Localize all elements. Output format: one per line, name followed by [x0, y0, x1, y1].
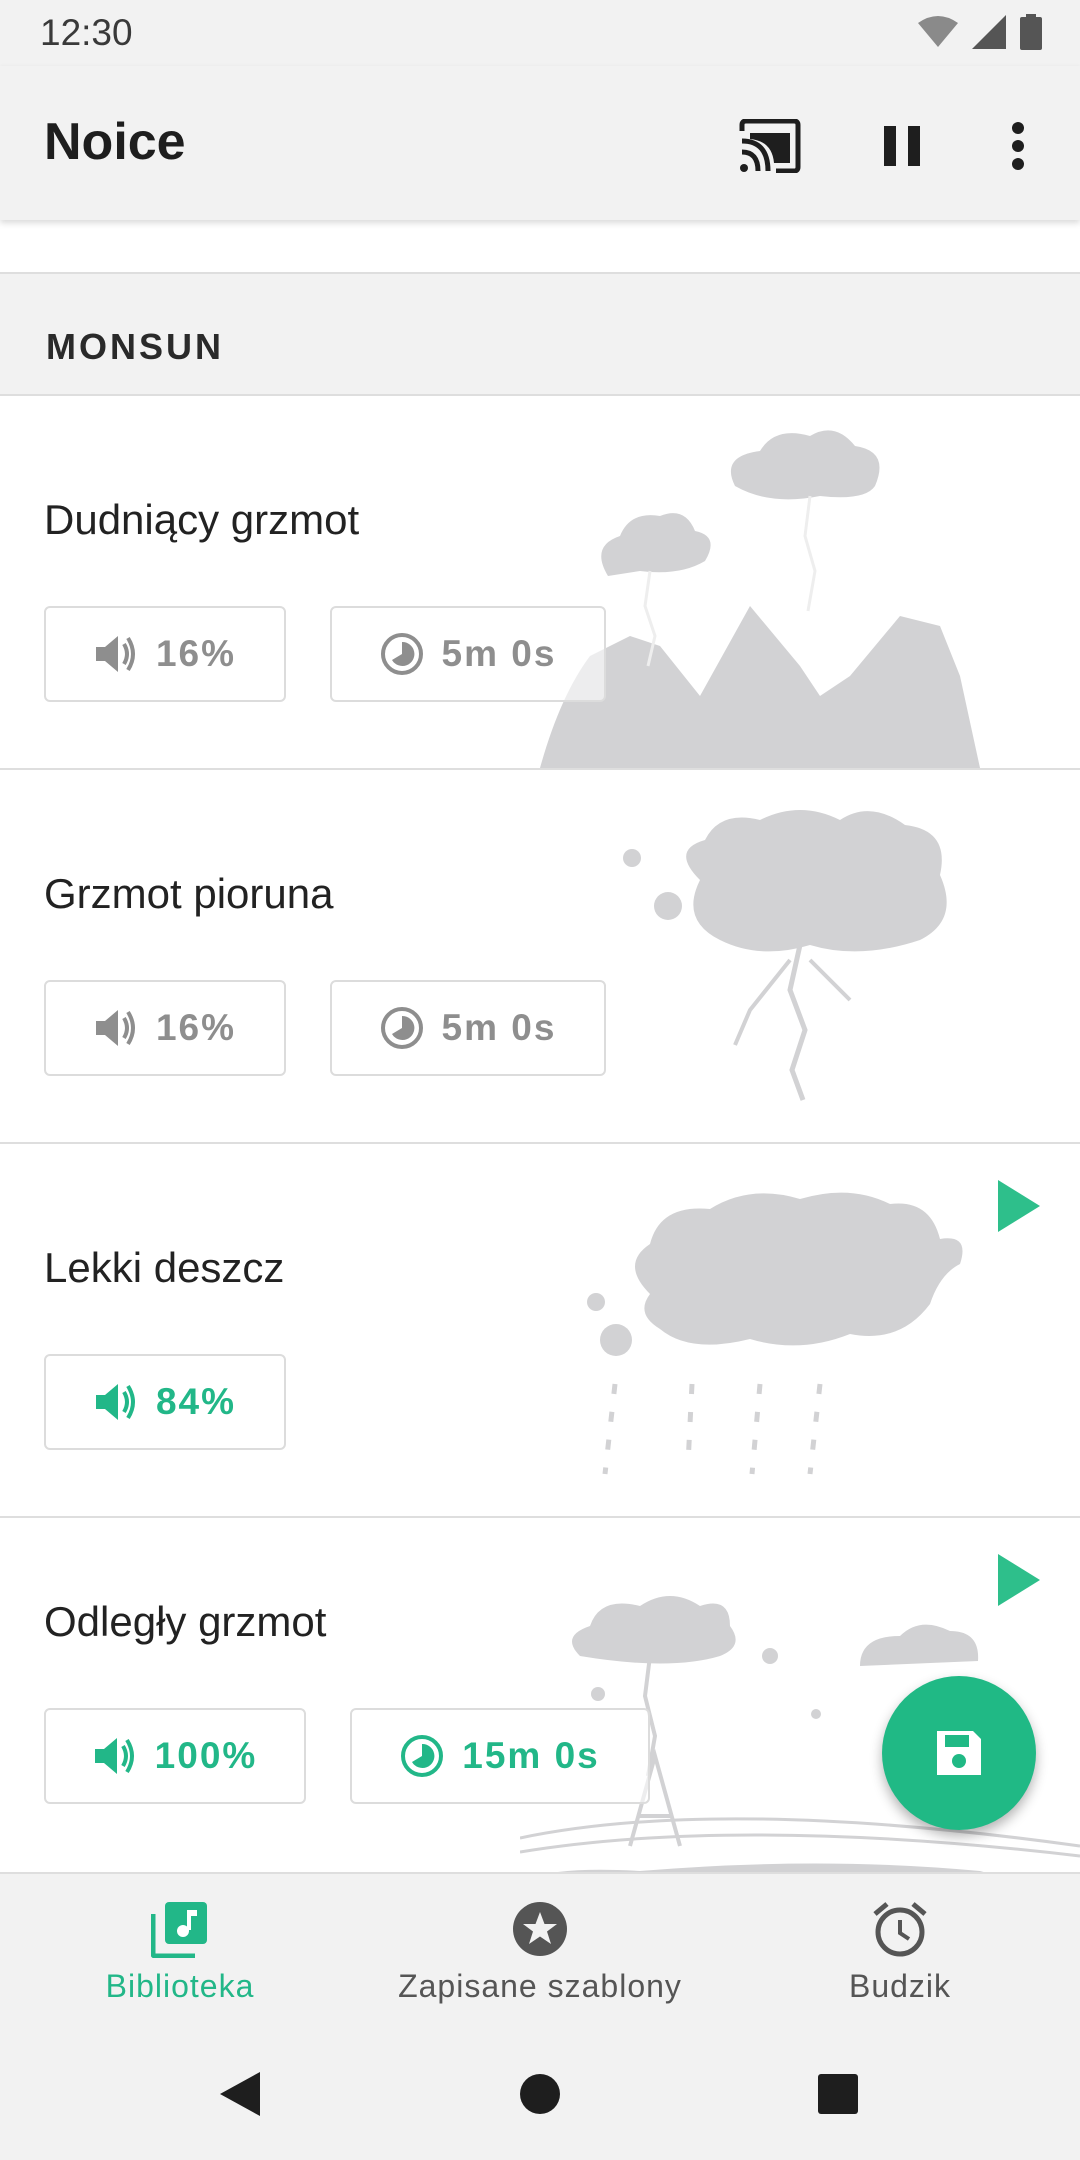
pause-button[interactable] — [862, 106, 942, 186]
sound-card-rumbling-thunder[interactable]: Dudniący grzmot 16% 5m 0s — [0, 396, 1080, 770]
pause-icon — [884, 126, 920, 166]
timer-chip[interactable]: 15m 0s — [350, 1708, 650, 1804]
volume-value: 84% — [155, 1381, 237, 1422]
signal-icon — [972, 15, 1006, 49]
timer-value: 5m 0s — [441, 633, 557, 674]
back-button[interactable] — [210, 2064, 270, 2124]
sound-title: Odległy grzmot — [44, 1598, 327, 1645]
volume-icon — [94, 1738, 134, 1774]
nav-label: Biblioteka — [105, 1967, 255, 2004]
timer-icon — [380, 1007, 423, 1049]
volume-chip[interactable]: 84% — [44, 1354, 286, 1450]
timer-value: 15m 0s — [462, 1735, 600, 1776]
more-vert-icon — [1012, 122, 1024, 170]
volume-icon — [95, 636, 135, 672]
volume-value: 16% — [155, 633, 237, 674]
section-title: MONSUN — [46, 326, 224, 367]
previous-card-edge — [0, 220, 1080, 274]
rain-cloud-illustration — [587, 1192, 963, 1475]
volume-value: 16% — [155, 1007, 237, 1048]
play-icon[interactable] — [998, 1554, 1040, 1606]
recents-button[interactable] — [808, 2064, 868, 2124]
volume-icon — [95, 1384, 135, 1420]
volume-chip[interactable]: 100% — [44, 1708, 306, 1804]
volume-value: 100% — [154, 1735, 258, 1776]
timer-icon — [380, 633, 423, 675]
timer-value: 5m 0s — [441, 1007, 557, 1048]
nav-item-library[interactable]: Biblioteka — [60, 1874, 300, 2030]
status-icons — [918, 14, 1042, 50]
home-button[interactable] — [510, 2064, 570, 2124]
star-circle-icon — [513, 1901, 567, 1956]
timer-chip[interactable]: 5m 0s — [330, 980, 606, 1076]
sound-title: Lekki deszcz — [44, 1244, 285, 1291]
volume-chip[interactable]: 16% — [44, 606, 286, 702]
thunder-mountains-illustration — [540, 430, 980, 768]
sound-library-list[interactable]: MONSUN Dudniący grzmot 16% 5m 0s Grzmot … — [0, 220, 1080, 1872]
sound-title: Dudniący grzmot — [44, 496, 360, 543]
play-icon[interactable] — [998, 1180, 1040, 1232]
sound-card-light-rain[interactable]: Lekki deszcz 84% — [0, 1144, 1080, 1518]
battery-icon — [1020, 14, 1042, 50]
sound-card-thunder-crack[interactable]: Grzmot pioruna 16% 5m 0s — [0, 770, 1080, 1144]
timer-icon — [401, 1735, 444, 1777]
alarm-icon — [873, 1901, 927, 1956]
timer-chip[interactable]: 5m 0s — [330, 606, 606, 702]
system-navigation-bar — [0, 2028, 1080, 2160]
sound-title: Grzmot pioruna — [44, 870, 334, 917]
save-icon — [937, 1731, 981, 1775]
status-time: 12:30 — [40, 12, 133, 53]
more-options-button[interactable] — [978, 106, 1058, 186]
status-bar: 12:30 — [0, 0, 1080, 66]
app-title: Noice — [44, 113, 186, 171]
nav-label: Budzik — [848, 1967, 952, 2004]
home-icon — [520, 2074, 560, 2114]
nav-item-alarm[interactable]: Budzik — [780, 1874, 1020, 2030]
recents-icon — [818, 2074, 858, 2114]
volume-chip[interactable]: 16% — [44, 980, 286, 1076]
save-preset-fab[interactable] — [882, 1676, 1036, 1830]
app-bar: Noice — [0, 66, 1080, 220]
section-header: MONSUN — [0, 274, 1080, 396]
library-music-icon — [151, 1901, 207, 1958]
nav-item-saved-presets[interactable]: Zapisane szablony — [380, 1874, 700, 2030]
volume-icon — [95, 1010, 135, 1046]
cast-icon — [739, 119, 801, 173]
bottom-navigation: Biblioteka Zapisane szablony Budzik — [0, 1872, 1080, 2030]
back-icon — [220, 2072, 260, 2116]
cast-button[interactable] — [730, 106, 810, 186]
lightning-cloud-illustration — [623, 810, 947, 1101]
nav-label: Zapisane szablony — [398, 1967, 682, 2004]
wifi-icon — [918, 16, 958, 47]
